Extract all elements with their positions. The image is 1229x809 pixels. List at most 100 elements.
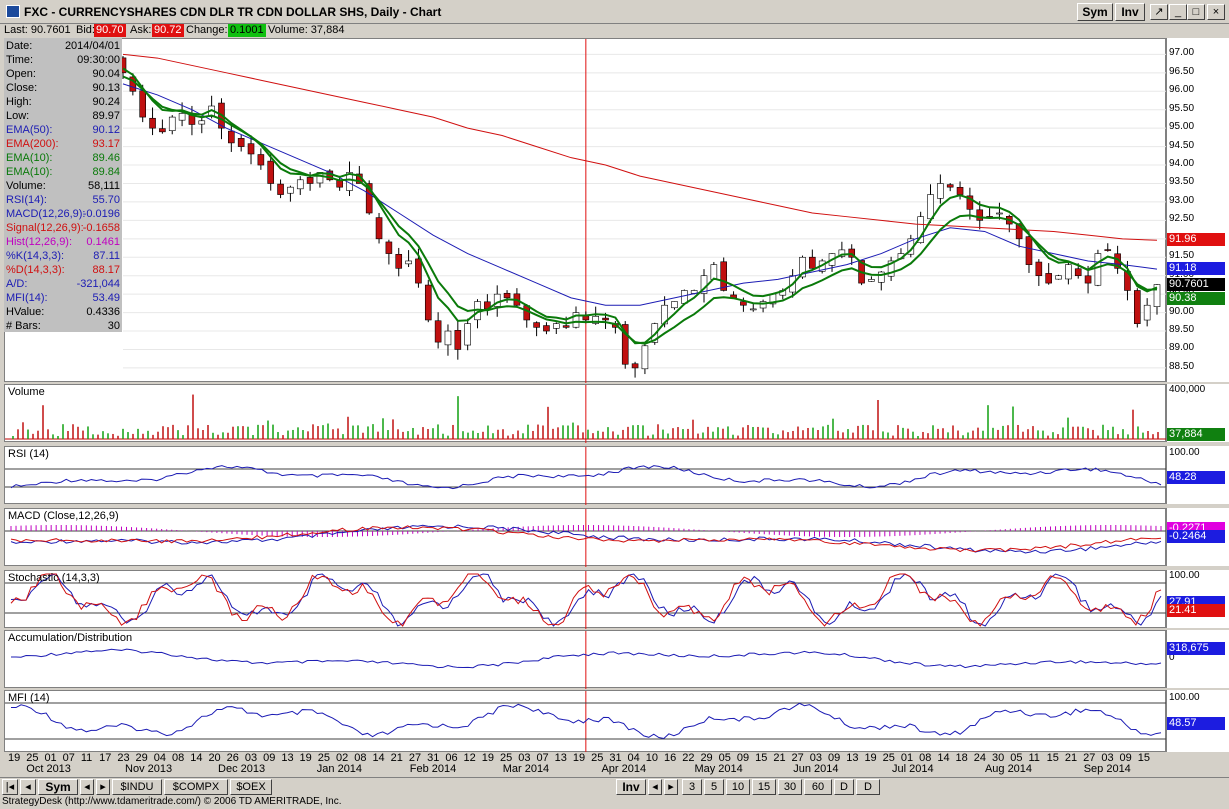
candle-body [552, 323, 560, 329]
x-day-tick: 21 [390, 752, 403, 764]
info-row: EMA(200): 93.17 [6, 138, 120, 152]
price-chart [119, 39, 1167, 383]
period-d-alt[interactable]: D [856, 779, 880, 795]
info-value: 0.4336 [86, 306, 120, 318]
minimize-button[interactable]: _ [1169, 4, 1187, 20]
info-row: %D(14,3,3): 88.17 [6, 264, 120, 278]
x-month-tick: Jan 2014 [316, 763, 363, 775]
candle-body [395, 254, 403, 269]
period-60[interactable]: 60 [804, 779, 832, 795]
period-30[interactable]: 30 [778, 779, 802, 795]
symbol-tab-compx[interactable]: $COMPX [164, 779, 228, 795]
ema200-line [122, 53, 1158, 241]
info-value: 89.84 [92, 166, 120, 178]
change-value: 0.1001 [228, 24, 266, 37]
scroll-left-icon[interactable]: |◂ [2, 779, 18, 795]
candle-body [424, 284, 432, 321]
info-row: Close: 90.13 [6, 82, 120, 96]
candle-body [1065, 264, 1072, 280]
period-prev-icon[interactable]: ◂ [648, 779, 662, 795]
sym-button[interactable]: Sym [1077, 3, 1113, 21]
period-5[interactable]: 5 [704, 779, 724, 795]
ad-pane[interactable]: Accumulation/Distribution [4, 630, 1166, 689]
x-month-tick: Sep 2014 [1083, 763, 1131, 775]
price-tick: 94.50 [1169, 139, 1195, 151]
close-button[interactable]: × [1207, 4, 1225, 20]
candle-body [454, 330, 462, 350]
candle-body [641, 345, 649, 370]
maximize-button[interactable]: □ [1187, 4, 1205, 20]
price-tick: 94.00 [1169, 158, 1195, 170]
candle-body [1055, 275, 1062, 280]
x-day-tick: 13 [554, 752, 567, 764]
period-d[interactable]: D [834, 779, 854, 795]
info-key: MACD(12,26,9): [6, 208, 86, 220]
candle-body [1074, 268, 1082, 277]
period-15[interactable]: 15 [752, 779, 776, 795]
info-row: MFI(14): 53.49 [6, 292, 120, 306]
period-next-icon[interactable]: ▸ [664, 779, 678, 795]
period-10[interactable]: 10 [726, 779, 750, 795]
candle-body [149, 117, 156, 129]
candle-body [543, 325, 550, 332]
info-value: 53.49 [92, 292, 120, 304]
x-day-tick: 11 [80, 752, 93, 764]
candle-body [287, 186, 294, 194]
info-value: 55.70 [92, 194, 120, 206]
info-key: Signal(12,26,9): [6, 222, 84, 234]
symbol-prev-icon[interactable]: ◂ [80, 779, 94, 795]
info-value: -0.1658 [82, 222, 120, 234]
info-row: Time: 09:30:00 [6, 54, 120, 68]
candle-body [464, 323, 471, 346]
period-3[interactable]: 3 [682, 779, 702, 795]
x-day-tick: 19 [481, 752, 495, 764]
x-month-tick: Dec 2013 [218, 763, 266, 775]
info-value: 90.24 [92, 96, 120, 108]
sym-toggle-button[interactable]: Sym [38, 779, 78, 795]
candle-body [159, 128, 166, 133]
x-day-tick: 17 [99, 752, 112, 764]
symbol-next-icon[interactable]: ▸ [96, 779, 110, 795]
candle-body [671, 301, 678, 309]
info-row: Signal(12,26,9): -0.1658 [6, 222, 120, 236]
rsi-pane[interactable]: RSI (14) [4, 446, 1167, 505]
info-key: # Bars: [6, 320, 41, 332]
stochastic-pane[interactable]: Stochastic (14,3,3) [4, 570, 1167, 629]
price-tick: 91.50 [1169, 250, 1195, 262]
candle-body [247, 143, 255, 155]
symbol-tab-indu[interactable]: $INDU [112, 779, 162, 795]
candle-body [503, 292, 511, 299]
candle-body [937, 183, 944, 199]
info-key: Volume: [6, 180, 46, 192]
mfi-pane[interactable]: MFI (14) [4, 690, 1167, 753]
info-row: EMA(10): 89.84 [6, 166, 120, 180]
ask-label: Ask: [130, 24, 152, 36]
ask-value: 90.72 [152, 24, 184, 37]
x-day-tick: 14 [937, 752, 950, 764]
info-value: 90.13 [92, 82, 120, 94]
undock-icon[interactable]: ↗ [1150, 4, 1168, 20]
inv-button[interactable]: Inv [1115, 3, 1145, 21]
x-month-tick: Jun 2014 [793, 763, 839, 775]
x-day-tick: 15 [1046, 752, 1059, 764]
stochastic-tag-d: 21.41 [1167, 604, 1225, 617]
info-row: MACD(12,26,9): -0.0196 [6, 208, 120, 222]
prev-icon[interactable]: ◂ [20, 779, 36, 795]
stochastic-chart [5, 571, 1167, 629]
candle-body [1143, 304, 1151, 321]
x-month-tick: Jul 2014 [891, 763, 934, 775]
volume-pane[interactable]: Volume [4, 384, 1167, 443]
price-tick: 97.00 [1169, 47, 1195, 59]
price-tick: 92.50 [1169, 213, 1195, 225]
info-row: %K(14,3,3): 87.11 [6, 250, 120, 264]
info-row: Volume: 58,111 [6, 180, 120, 194]
x-day-tick: 21 [773, 752, 786, 764]
x-month-tick: Mar 2014 [502, 763, 550, 775]
price-pane[interactable] [4, 38, 1167, 383]
ad-chart [10, 631, 1162, 689]
inv-toggle-button[interactable]: Inv [616, 779, 646, 795]
macd-pane[interactable]: MACD (Close,12,26,9) [4, 508, 1167, 567]
x-month-tick: Aug 2014 [984, 763, 1033, 775]
info-value: 88.17 [92, 264, 120, 276]
symbol-tab-oex[interactable]: $OEX [230, 779, 272, 795]
